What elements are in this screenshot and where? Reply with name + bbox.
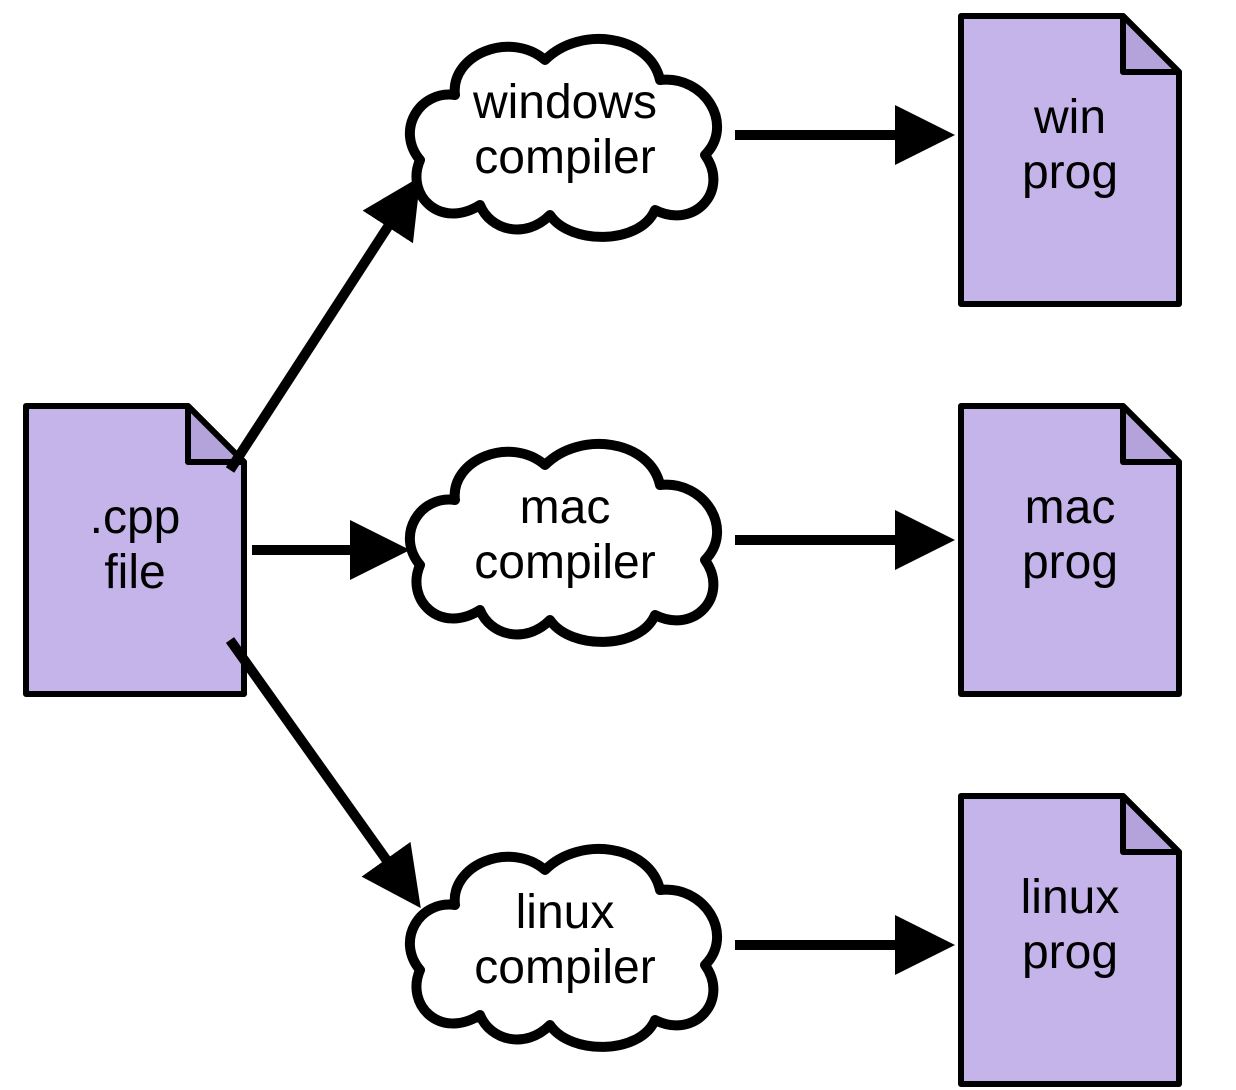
arrow-icon — [230, 640, 415, 900]
arrows-layer — [0, 0, 1236, 1086]
diagram-canvas: .cpp file windows compiler mac compiler … — [0, 0, 1236, 1086]
arrow-icon — [230, 185, 415, 470]
